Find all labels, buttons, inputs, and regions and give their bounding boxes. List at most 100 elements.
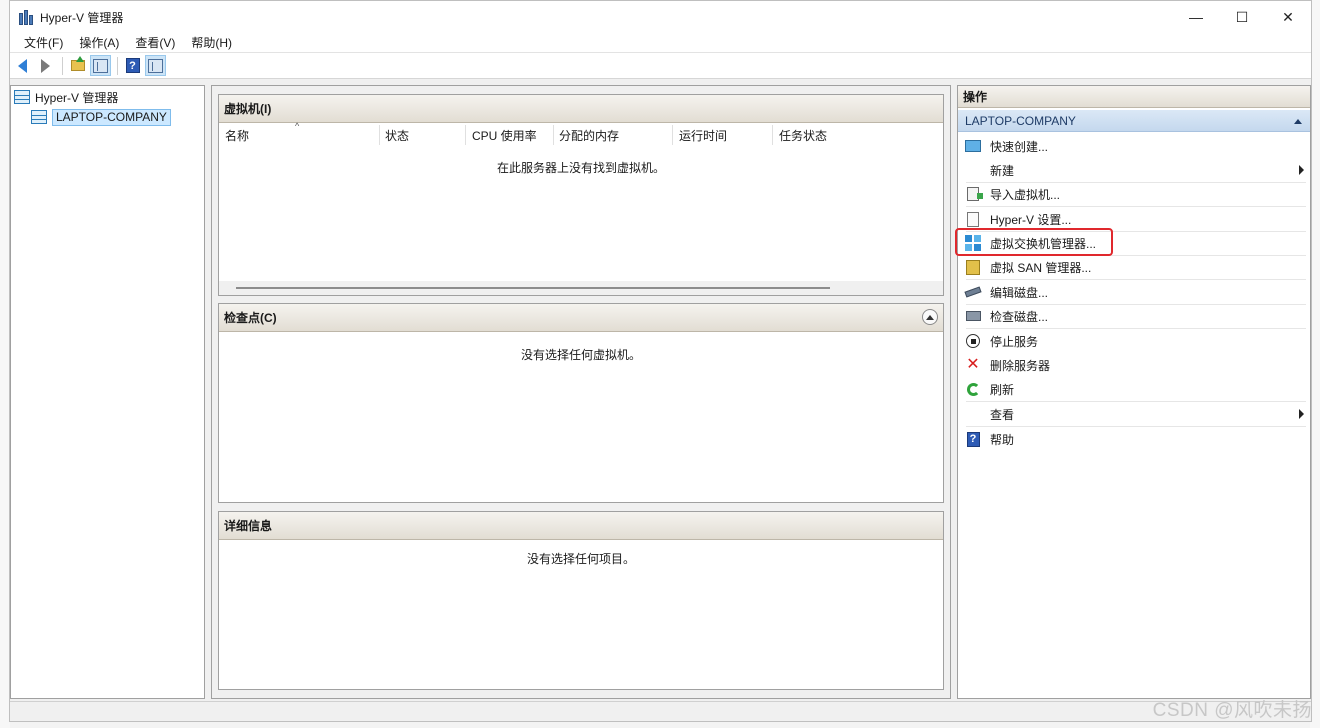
toolbar: ? <box>10 53 1311 79</box>
menu-action[interactable]: 操作(A) <box>71 34 127 51</box>
up-folder-icon <box>70 56 85 71</box>
action-label: 检查磁盘... <box>990 309 1049 324</box>
action-label: 导入虚拟机... <box>990 187 1061 202</box>
minimize-button[interactable]: — <box>1173 1 1219 33</box>
action-new[interactable]: 新建 <box>958 158 1310 182</box>
up-one-level-button[interactable] <box>67 55 88 76</box>
close-button[interactable]: ✕ <box>1265 1 1311 33</box>
show-hide-console-tree-button[interactable] <box>90 55 111 76</box>
show-hide-console-tree-icon <box>93 58 108 73</box>
column-uptime[interactable]: 运行时间 <box>679 127 727 144</box>
forward-arrow-icon <box>41 58 50 73</box>
action-label: 帮助 <box>990 432 1015 447</box>
san-icon <box>966 259 980 275</box>
vm-panel-header: 虚拟机(I) <box>219 95 943 123</box>
inspect-disk-icon <box>965 311 981 321</box>
quick-create-icon <box>965 140 981 152</box>
action-refresh[interactable]: 刷新 <box>958 377 1310 401</box>
title-bar: Hyper-V 管理器 — ☐ ✕ <box>10 1 1311 33</box>
action-inspect-disk[interactable]: 检查磁盘... <box>958 304 1310 328</box>
tree-root-label: Hyper-V 管理器 <box>35 90 119 105</box>
scrollbar-thumb[interactable] <box>236 287 830 289</box>
settings-doc-icon <box>967 211 979 227</box>
column-divider <box>465 125 466 145</box>
column-cpu-usage[interactable]: CPU 使用率 <box>472 127 537 144</box>
sort-indicator-icon: ^ <box>295 121 300 131</box>
action-label: 快速创建... <box>990 139 1049 154</box>
back-button[interactable] <box>12 55 33 76</box>
hyperv-app-icon <box>18 9 34 25</box>
action-label: 查看 <box>990 407 1015 422</box>
vm-grid-header: ^ 名称 状态 CPU 使用率 分配的内存 运行时间 任务状态 <box>219 121 943 145</box>
menu-help[interactable]: 帮助(H) <box>183 34 240 51</box>
edit-disk-icon <box>964 286 982 298</box>
action-stop-service[interactable]: 停止服务 <box>958 329 1310 353</box>
checkpoint-panel-header: 检查点(C) <box>219 304 943 332</box>
collapse-icon[interactable] <box>922 309 938 325</box>
watermark: CSDN @风吹未扬 <box>1152 700 1312 721</box>
action-remove-server[interactable]: ✕ 删除服务器 <box>958 353 1310 377</box>
actions-group-header[interactable]: LAPTOP-COMPANY <box>958 110 1310 132</box>
actions-title: 操作 <box>958 86 1310 108</box>
import-vm-icon <box>967 187 983 201</box>
maximize-button[interactable]: ☐ <box>1219 1 1265 33</box>
column-divider <box>553 125 554 145</box>
action-label: 编辑磁盘... <box>990 285 1049 300</box>
menu-file[interactable]: 文件(F) <box>16 34 71 51</box>
help-icon: ? <box>966 431 980 447</box>
menu-view[interactable]: 查看(V) <box>127 34 183 51</box>
console-tree: Hyper-V 管理器 LAPTOP-COMPANY <box>10 85 205 699</box>
action-label: 停止服务 <box>990 334 1039 349</box>
vm-horizontal-scrollbar[interactable] <box>219 281 943 295</box>
help-icon: ? <box>125 58 140 73</box>
column-name[interactable]: 名称 <box>225 127 249 144</box>
checkpoint-panel-title: 检查点(C) <box>224 311 277 325</box>
vm-panel-title: 虚拟机(I) <box>224 102 272 116</box>
column-state[interactable]: 状态 <box>385 127 409 144</box>
action-label: Hyper-V 设置... <box>990 212 1072 227</box>
refresh-icon <box>966 382 980 396</box>
tree-node-server[interactable]: LAPTOP-COMPANY <box>31 108 171 126</box>
action-view[interactable]: 查看 <box>958 402 1310 426</box>
collapse-up-icon[interactable] <box>1294 119 1302 124</box>
tree-server-label: LAPTOP-COMPANY <box>52 108 171 126</box>
help-button[interactable]: ? <box>122 55 143 76</box>
action-label: 虚拟 SAN 管理器... <box>990 260 1092 275</box>
action-help[interactable]: ? 帮助 <box>958 427 1310 451</box>
window-title: Hyper-V 管理器 <box>40 10 124 25</box>
forward-button[interactable] <box>35 55 56 76</box>
checkpoint-empty-message: 没有选择任何虚拟机。 <box>520 348 641 362</box>
action-quick-create[interactable]: 快速创建... <box>958 134 1310 158</box>
action-label: 新建 <box>990 163 1015 178</box>
checkpoint-panel: 检查点(C) 没有选择任何虚拟机。 <box>218 303 944 503</box>
details-panel-title: 详细信息 <box>224 519 273 533</box>
column-divider <box>379 125 380 145</box>
column-task-status[interactable]: 任务状态 <box>779 127 827 144</box>
status-bar <box>10 701 1311 721</box>
menu-bar: 文件(F) 操作(A) 查看(V) 帮助(H) <box>10 33 1311 53</box>
back-arrow-icon <box>18 58 27 73</box>
hyperv-manager-window: Hyper-V 管理器 — ☐ ✕ 文件(F) 操作(A) 查看(V) 帮助(H… <box>9 0 1312 722</box>
action-label: 刷新 <box>990 382 1015 397</box>
submenu-arrow-icon <box>1299 409 1304 419</box>
column-divider <box>672 125 673 145</box>
tree-node-root[interactable]: Hyper-V 管理器 <box>14 88 118 106</box>
action-import-vm[interactable]: 导入虚拟机... <box>958 182 1310 206</box>
action-edit-disk[interactable]: 编辑磁盘... <box>958 280 1310 304</box>
hyperv-manager-icon <box>14 90 30 104</box>
results-pane: 虚拟机(I) ^ 名称 状态 CPU 使用率 分配的内存 运行时间 任务状态 在… <box>211 85 951 699</box>
submenu-arrow-icon <box>1299 165 1304 175</box>
action-virtual-san-manager[interactable]: 虚拟 SAN 管理器... <box>958 255 1310 279</box>
vm-empty-message: 在此服务器上没有找到虚拟机。 <box>496 161 665 175</box>
column-assigned-memory[interactable]: 分配的内存 <box>559 127 619 144</box>
details-panel: 详细信息 没有选择任何项目。 <box>218 511 944 690</box>
server-icon <box>31 110 47 124</box>
column-divider <box>772 125 773 145</box>
stop-service-icon <box>966 334 980 348</box>
show-hide-action-pane-button[interactable] <box>145 55 166 76</box>
actions-group-label: LAPTOP-COMPANY <box>965 114 1076 128</box>
toolbar-separator <box>62 56 63 75</box>
highlight-annotation <box>955 228 1113 256</box>
details-panel-header: 详细信息 <box>219 512 943 540</box>
show-hide-action-pane-icon <box>148 58 163 73</box>
